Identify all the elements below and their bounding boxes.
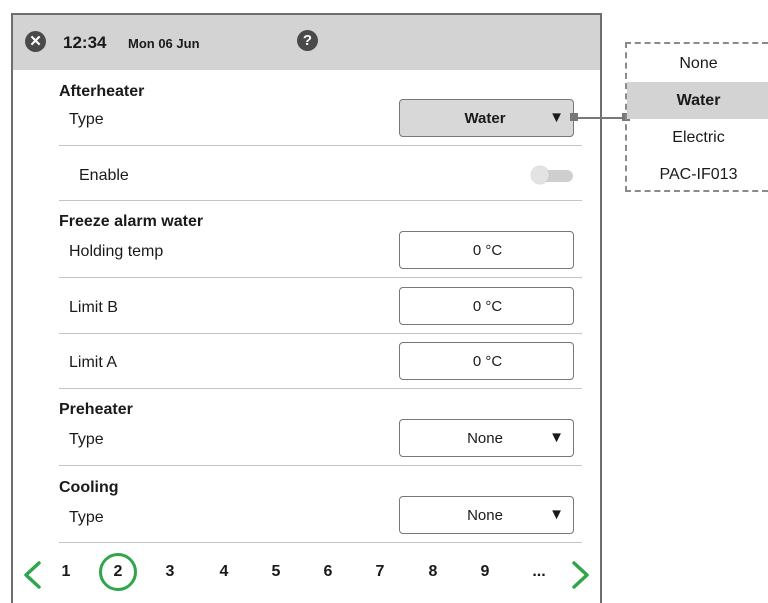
- option-none[interactable]: None: [627, 45, 768, 82]
- dropdown-connector: [574, 117, 626, 119]
- page-9[interactable]: 9: [475, 563, 495, 581]
- chevron-down-icon: ▼: [549, 506, 564, 523]
- section-title-afterheater: Afterheater: [59, 83, 145, 100]
- close-icon[interactable]: ✕: [25, 31, 46, 52]
- page-8[interactable]: 8: [423, 563, 443, 581]
- preheater-type-label: Type: [69, 431, 104, 448]
- toggle-knob: [531, 166, 549, 184]
- cooling-type-select[interactable]: None ▼: [399, 496, 574, 534]
- page-7[interactable]: 7: [370, 563, 390, 581]
- page-6[interactable]: 6: [318, 563, 338, 581]
- preheater-type-value: None: [467, 430, 503, 447]
- chevron-down-icon: ▼: [549, 109, 564, 126]
- divider: [59, 465, 582, 466]
- section-title-cooling: Cooling: [59, 479, 119, 496]
- limit-a-value: 0 °C: [472, 353, 503, 370]
- afterheater-type-value: Water: [464, 110, 506, 127]
- pagination: 1 2 3 4 5 6 7 8 9 ...: [13, 550, 600, 600]
- divider: [59, 388, 582, 389]
- clock-time: 12:34: [63, 33, 107, 52]
- divider: [59, 542, 582, 543]
- option-electric[interactable]: Electric: [627, 119, 768, 156]
- page-more[interactable]: ...: [526, 563, 552, 581]
- limit-a-field[interactable]: 0 °C: [399, 342, 574, 380]
- top-bar: ✕ 12:34 Mon 06 Jun ?: [13, 15, 600, 70]
- divider: [59, 200, 582, 201]
- chevron-right-icon[interactable]: [564, 560, 594, 590]
- chevron-down-icon: ▼: [549, 429, 564, 446]
- divider: [59, 277, 582, 278]
- limit-b-label: Limit B: [69, 299, 118, 316]
- afterheater-enable-label: Enable: [79, 167, 129, 184]
- page-3[interactable]: 3: [160, 563, 180, 581]
- afterheater-type-label: Type: [69, 111, 104, 128]
- cooling-type-label: Type: [69, 509, 104, 526]
- preheater-type-select[interactable]: None ▼: [399, 419, 574, 457]
- divider: [59, 145, 582, 146]
- section-title-freeze-alarm: Freeze alarm water: [59, 213, 204, 230]
- page-5[interactable]: 5: [266, 563, 286, 581]
- divider: [59, 333, 582, 334]
- option-water[interactable]: Water: [627, 82, 768, 119]
- afterheater-type-options: None Water Electric PAC-IF013: [625, 42, 768, 192]
- holding-temp-label: Holding temp: [69, 243, 164, 260]
- option-pac-if013[interactable]: PAC-IF013: [627, 156, 768, 193]
- connector-dot: [570, 113, 578, 121]
- limit-b-value: 0 °C: [472, 298, 503, 315]
- afterheater-type-select[interactable]: Water ▼: [399, 99, 574, 137]
- afterheater-enable-toggle[interactable]: [529, 166, 575, 184]
- page-4[interactable]: 4: [214, 563, 234, 581]
- clock-date: Mon 06 Jun: [128, 36, 200, 51]
- chevron-left-icon[interactable]: [19, 560, 49, 590]
- holding-temp-field[interactable]: 0 °C: [399, 231, 574, 269]
- section-title-preheater: Preheater: [59, 401, 133, 418]
- page-2-current[interactable]: 2: [99, 553, 137, 591]
- help-icon[interactable]: ?: [297, 30, 318, 51]
- settings-panel: ✕ 12:34 Mon 06 Jun ? Afterheater Type Wa…: [11, 13, 602, 603]
- cooling-type-value: None: [467, 507, 503, 524]
- page-1[interactable]: 1: [56, 563, 76, 581]
- limit-a-label: Limit A: [69, 354, 118, 371]
- holding-temp-value: 0 °C: [472, 242, 503, 259]
- limit-b-field[interactable]: 0 °C: [399, 287, 574, 325]
